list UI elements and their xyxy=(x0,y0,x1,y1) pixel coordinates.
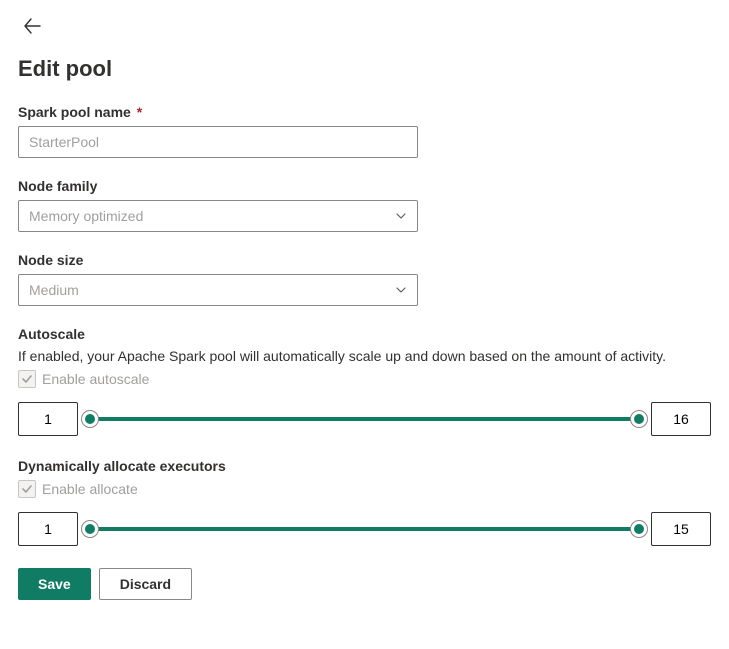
slider-thumb-min[interactable] xyxy=(81,520,99,538)
chevron-down-icon xyxy=(395,284,407,296)
node-family-value: Memory optimized xyxy=(29,208,143,224)
check-icon xyxy=(21,483,33,495)
back-button[interactable] xyxy=(18,12,46,40)
field-autoscale: Autoscale If enabled, your Apache Spark … xyxy=(18,326,711,436)
node-family-dropdown[interactable]: Memory optimized xyxy=(18,200,418,232)
executors-min-input[interactable] xyxy=(18,512,78,546)
pool-name-input[interactable] xyxy=(18,126,418,158)
executors-slider-row xyxy=(18,512,711,546)
slider-thumb-max[interactable] xyxy=(630,410,648,428)
field-executors: Dynamically allocate executors Enable al… xyxy=(18,458,711,546)
page-title: Edit pool xyxy=(18,56,711,82)
autoscale-checkbox-row: Enable autoscale xyxy=(18,370,711,388)
chevron-down-icon xyxy=(395,210,407,222)
field-pool-name: Spark pool name * xyxy=(18,104,711,158)
discard-button[interactable]: Discard xyxy=(99,568,192,600)
save-button[interactable]: Save xyxy=(18,568,91,600)
executors-checkbox-row: Enable allocate xyxy=(18,480,711,498)
node-size-value: Medium xyxy=(29,282,79,298)
action-bar: Save Discard xyxy=(18,568,711,600)
node-family-label: Node family xyxy=(18,178,711,194)
pool-name-label: Spark pool name * xyxy=(18,104,711,120)
autoscale-slider[interactable] xyxy=(90,417,639,421)
autoscale-checkbox[interactable] xyxy=(18,370,36,388)
autoscale-min-input[interactable] xyxy=(18,402,78,436)
field-node-size: Node size Medium xyxy=(18,252,711,306)
field-node-family: Node family Memory optimized xyxy=(18,178,711,232)
autoscale-slider-row xyxy=(18,402,711,436)
autoscale-max-input[interactable] xyxy=(651,402,711,436)
slider-thumb-min[interactable] xyxy=(81,410,99,428)
autoscale-label: Autoscale xyxy=(18,326,711,342)
node-size-dropdown[interactable]: Medium xyxy=(18,274,418,306)
node-size-label: Node size xyxy=(18,252,711,268)
required-marker: * xyxy=(137,104,142,120)
executors-label: Dynamically allocate executors xyxy=(18,458,711,474)
check-icon xyxy=(21,373,33,385)
executors-slider[interactable] xyxy=(90,527,639,531)
autoscale-help: If enabled, your Apache Spark pool will … xyxy=(18,348,711,364)
slider-thumb-max[interactable] xyxy=(630,520,648,538)
executors-max-input[interactable] xyxy=(651,512,711,546)
executors-checkbox-label: Enable allocate xyxy=(42,481,138,497)
pool-name-label-text: Spark pool name xyxy=(18,104,131,120)
executors-checkbox[interactable] xyxy=(18,480,36,498)
autoscale-checkbox-label: Enable autoscale xyxy=(42,371,149,387)
arrow-left-icon xyxy=(23,17,41,35)
